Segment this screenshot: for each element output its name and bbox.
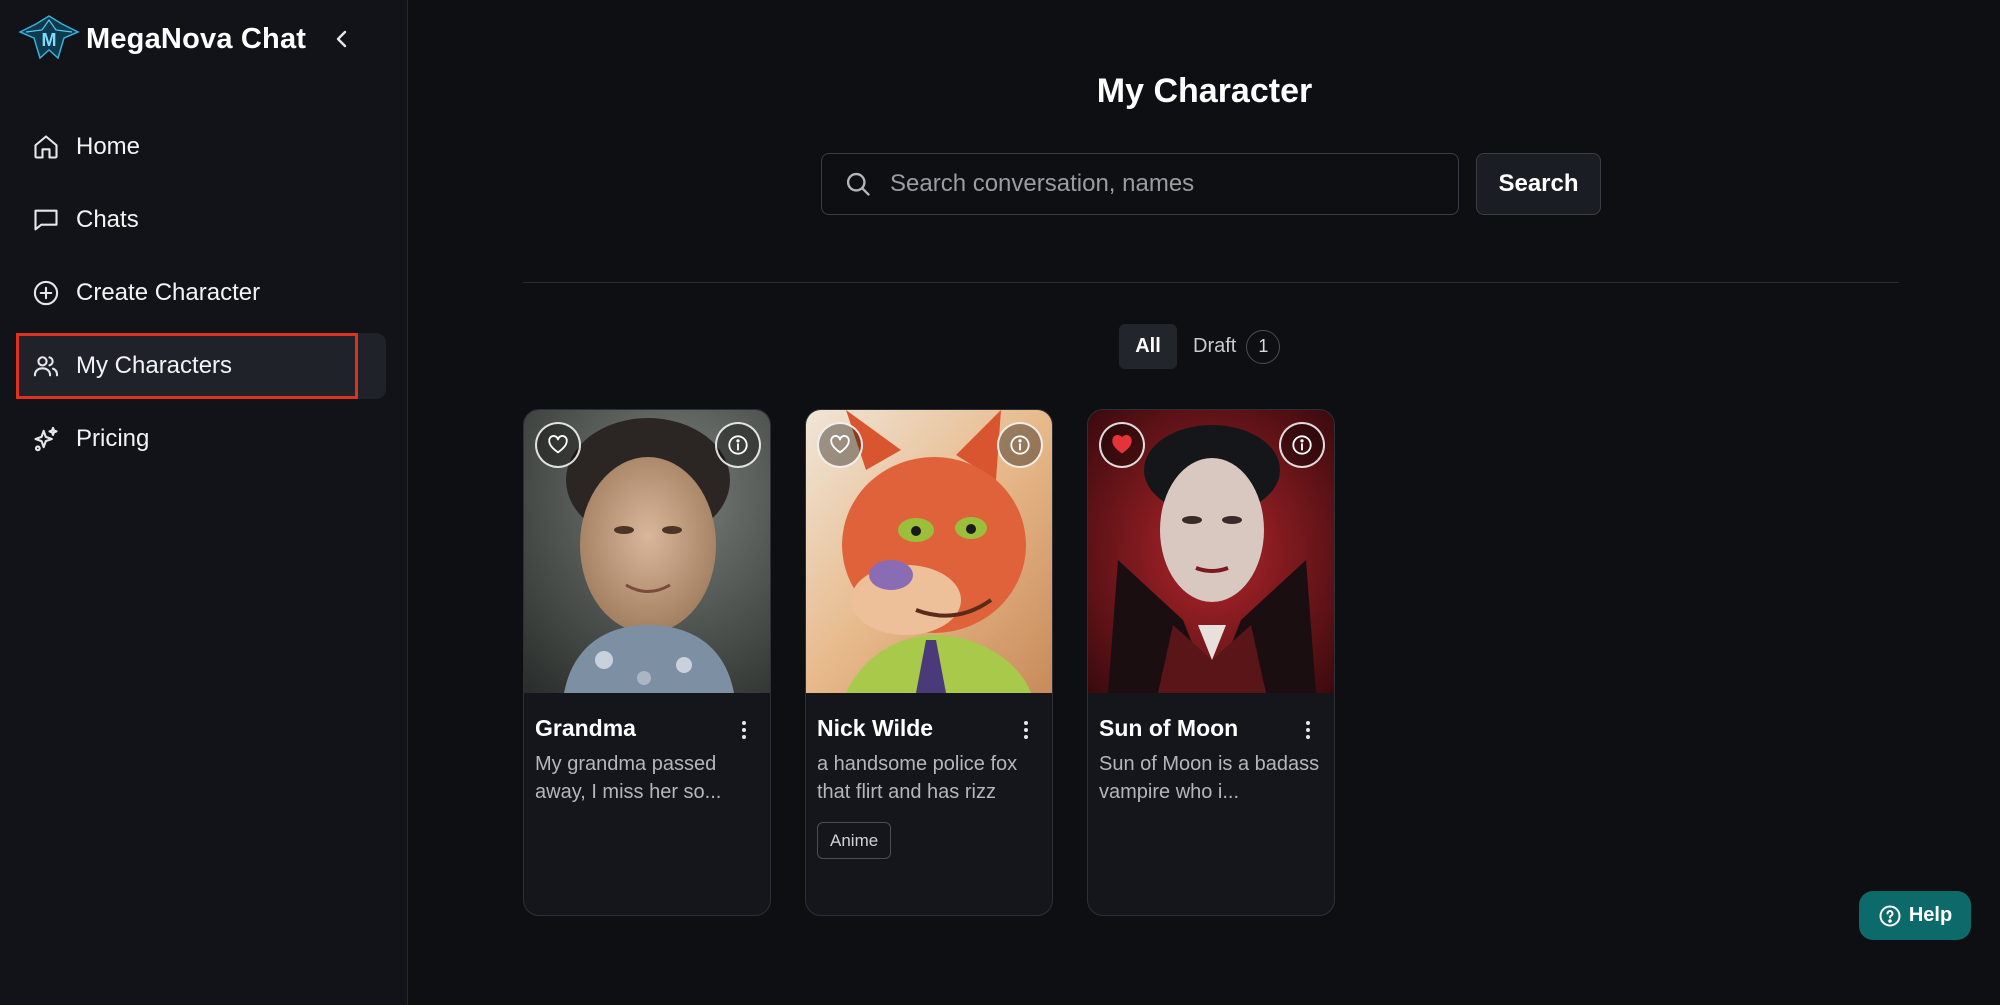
character-card[interactable]: Grandma My grandma passed away, I miss h…: [523, 409, 771, 916]
collapse-sidebar-button[interactable]: [330, 24, 354, 54]
sidebar-item-label: Home: [76, 133, 141, 160]
sidebar-item-create-character[interactable]: Create Character: [16, 260, 386, 326]
home-icon: [32, 133, 60, 161]
character-grid: Grandma My grandma passed away, I miss h…: [523, 409, 1369, 916]
filter-tabs: All Draft 1: [1119, 324, 1281, 369]
selection-highlight: [16, 333, 358, 399]
character-name: Sun of Moon: [1099, 715, 1239, 741]
search-input[interactable]: [890, 170, 1450, 198]
more-options-button[interactable]: [1018, 717, 1034, 743]
search-button[interactable]: Search: [1476, 153, 1601, 215]
plus-circle-icon: [32, 279, 60, 307]
info-button[interactable]: [997, 422, 1043, 468]
more-options-button[interactable]: [736, 717, 752, 743]
main-content: My Character Search All Draft 1: [409, 0, 2000, 1005]
sidebar-item-label: Create Character: [76, 279, 261, 306]
character-name: Grandma: [535, 715, 636, 741]
tab-draft[interactable]: Draft 1: [1193, 329, 1281, 364]
app-name: MegaNova Chat: [86, 22, 307, 55]
brand[interactable]: M MegaNova Chat: [18, 14, 306, 64]
sidebar-item-home[interactable]: Home: [16, 114, 386, 180]
meganova-logo-icon: M: [18, 15, 80, 60]
character-image: [524, 410, 770, 693]
favorite-button[interactable]: [535, 422, 581, 468]
info-button[interactable]: [1279, 422, 1325, 468]
character-image: [806, 410, 1052, 693]
help-button[interactable]: Help: [1859, 891, 1971, 940]
page-title: My Character: [1096, 72, 1313, 110]
info-icon: [1292, 435, 1312, 455]
draft-count-badge: 1: [1246, 329, 1281, 364]
tab-all[interactable]: All: [1119, 324, 1177, 369]
more-vertical-icon: [742, 721, 746, 739]
heart-icon: [830, 435, 850, 454]
info-icon: [1010, 435, 1030, 455]
info-button[interactable]: [715, 422, 761, 468]
more-vertical-icon: [1306, 721, 1310, 739]
more-vertical-icon: [1024, 721, 1028, 739]
heart-filled-icon: [1112, 435, 1132, 454]
character-card[interactable]: Nick Wilde a handsome police fox that fl…: [805, 409, 1053, 916]
sidebar-item-label: Chats: [76, 206, 139, 233]
character-image: [1088, 410, 1334, 693]
question-circle-icon: [1879, 905, 1901, 926]
favorite-button[interactable]: [1099, 422, 1145, 468]
character-description: a handsome police fox that flirt and has…: [817, 753, 1018, 803]
sidebar-item-my-characters[interactable]: My Characters: [16, 333, 386, 399]
sidebar: M MegaNova Chat Home Chats Create Charac…: [0, 0, 408, 1005]
chevron-left-icon: [336, 30, 347, 48]
divider: [523, 282, 1899, 283]
character-name: Nick Wilde: [817, 715, 934, 741]
sidebar-item-chats[interactable]: Chats: [16, 187, 386, 253]
info-icon: [728, 435, 748, 455]
svg-text:M: M: [42, 30, 57, 50]
search-field[interactable]: [821, 153, 1459, 215]
sidebar-item-label: Pricing: [76, 425, 150, 452]
favorite-button[interactable]: [817, 422, 863, 468]
sparkles-icon: [32, 425, 60, 453]
character-tag: Anime: [817, 822, 892, 859]
heart-icon: [548, 435, 568, 454]
character-card[interactable]: Sun of Moon Sun of Moon is a badass vamp…: [1087, 409, 1335, 916]
tab-draft-label: Draft: [1193, 335, 1237, 357]
character-description: Sun of Moon is a badass vampire who i...: [1099, 753, 1320, 803]
character-description: My grandma passed away, I miss her so...: [535, 753, 722, 803]
chat-bubble-icon: [32, 206, 60, 234]
help-label: Help: [1908, 904, 1953, 926]
search-icon: [846, 172, 870, 196]
more-options-button[interactable]: [1300, 717, 1316, 743]
sidebar-nav: Home Chats Create Character My Character…: [16, 114, 386, 479]
sidebar-item-pricing[interactable]: Pricing: [16, 406, 386, 472]
